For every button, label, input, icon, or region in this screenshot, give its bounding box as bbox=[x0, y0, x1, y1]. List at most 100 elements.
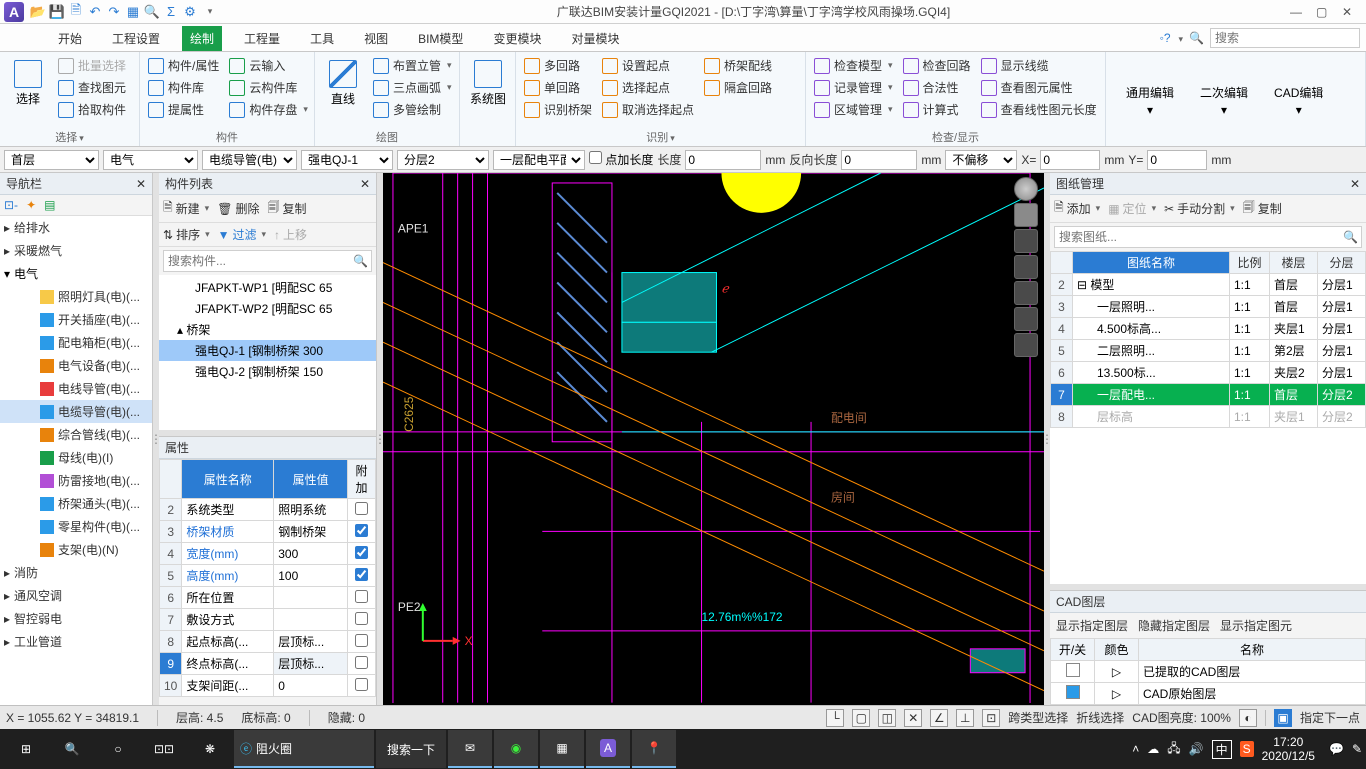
tab-tools[interactable]: 工具 bbox=[302, 26, 342, 51]
prop-grid[interactable]: 属性名称属性值附加 2系统类型照明系统 3桥架材质钢制桥架 4宽度(mm)300… bbox=[159, 459, 376, 697]
del-comp[interactable]: 🗑 删除 bbox=[217, 200, 259, 217]
second-edit[interactable]: 二次编辑▾ bbox=[1196, 80, 1252, 121]
cloud-input[interactable]: 云输入 bbox=[227, 56, 310, 75]
app-fan[interactable]: ❋ bbox=[188, 730, 232, 768]
nav-elec[interactable]: ▾ 电气 bbox=[0, 262, 152, 285]
sort-comp[interactable]: ⇅ 排序 bbox=[163, 226, 210, 243]
tab-view[interactable]: 视图 bbox=[356, 26, 396, 51]
dwg-search[interactable] bbox=[1054, 226, 1362, 248]
dwg-split[interactable]: ✂ 手动分割 bbox=[1164, 200, 1235, 217]
start-button[interactable]: ⊞ bbox=[4, 730, 48, 768]
cloud-lib[interactable]: 云构件库 bbox=[227, 78, 310, 97]
poly-select[interactable]: 折线选择 bbox=[1076, 709, 1124, 726]
settings-icon[interactable]: ⚙ bbox=[182, 4, 198, 20]
type-select[interactable]: 电缆导管(电) bbox=[202, 150, 297, 170]
minimize-button[interactable]: — bbox=[1290, 5, 1304, 19]
snap-3[interactable]: ◫ bbox=[878, 709, 896, 727]
save-icon[interactable]: 💾 bbox=[49, 4, 65, 20]
ptlen-check[interactable]: 点加长度 bbox=[589, 151, 653, 168]
redo-icon[interactable]: ↷ bbox=[106, 4, 122, 20]
nav-pin-icon[interactable]: ✕ bbox=[136, 177, 146, 191]
nav-elec-5[interactable]: 电缆导管(电)(... bbox=[0, 400, 152, 423]
find-icon[interactable]: 🔍 bbox=[144, 4, 160, 20]
nav-heat[interactable]: ▸ 采暖燃气 bbox=[0, 239, 152, 262]
line-button[interactable]: 直线 bbox=[321, 56, 365, 111]
tray-pen[interactable]: ✎ bbox=[1352, 742, 1362, 756]
snap-6[interactable]: ⊥ bbox=[956, 709, 974, 727]
nav-elec-8[interactable]: 防雷接地(电)(... bbox=[0, 469, 152, 492]
qat-more[interactable] bbox=[201, 4, 217, 20]
group-recog-label[interactable]: 识别 bbox=[516, 129, 805, 145]
nav-tree[interactable]: ▸ 给排水 ▸ 采暖燃气 ▾ 电气 照明灯具(电)(... 开关插座(电)(..… bbox=[0, 216, 152, 705]
dwg-add[interactable]: 🗎 添加 bbox=[1054, 198, 1100, 219]
complist-close[interactable]: ✕ bbox=[360, 177, 370, 191]
undo-icon[interactable]: ↶ bbox=[87, 4, 103, 20]
nav-weak[interactable]: ▸ 智控弱电 bbox=[0, 607, 152, 630]
tray-notif[interactable]: 💬 bbox=[1329, 742, 1344, 756]
copy-comp[interactable]: 🗐 复制 bbox=[267, 198, 306, 219]
tray-up[interactable]: ˄ bbox=[1132, 742, 1139, 756]
cortana-button[interactable]: ○ bbox=[96, 730, 140, 768]
nav-add[interactable]: ✦ bbox=[26, 198, 36, 212]
comp-row-sel[interactable]: 强电QJ-1 [钢制桥架 300 bbox=[159, 340, 376, 361]
group-select-label[interactable]: 选择 bbox=[0, 129, 139, 145]
tab-qty[interactable]: 工程量 bbox=[236, 26, 288, 51]
comp-row[interactable]: JFAPKT-WP1 [明配SC 65 bbox=[159, 277, 376, 298]
multi-pipe[interactable]: 多管绘制 bbox=[371, 100, 454, 119]
tab-change[interactable]: 变更模块 bbox=[485, 26, 549, 51]
tray-sogou[interactable]: S bbox=[1240, 741, 1254, 757]
rlen-input[interactable] bbox=[841, 150, 917, 170]
comp-attr[interactable]: 构件/属性 bbox=[146, 56, 221, 75]
comp-group[interactable]: ▴ 桥架 bbox=[159, 319, 376, 340]
app-gqi[interactable]: A bbox=[586, 730, 630, 768]
ribbon-more[interactable] bbox=[1177, 31, 1184, 45]
show-cable[interactable]: 显示线缆 bbox=[979, 56, 1099, 75]
comp-list[interactable]: JFAPKT-WP1 [明配SC 65 JFAPKT-WP2 [明配SC 65 … bbox=[159, 275, 376, 430]
nav-elec-3[interactable]: 电气设备(电)(... bbox=[0, 354, 152, 377]
nav-elec-4[interactable]: 电线导管(电)(... bbox=[0, 377, 152, 400]
select-button[interactable]: 选择 bbox=[6, 56, 50, 111]
recog-tray[interactable]: 识别桥架 bbox=[522, 100, 594, 119]
tray-vol[interactable]: 🔊 bbox=[1189, 742, 1204, 756]
find-element[interactable]: 查找图元 bbox=[56, 78, 128, 97]
set-start[interactable]: 设置起点 bbox=[600, 56, 696, 75]
layer-select[interactable]: 分层2 bbox=[397, 150, 489, 170]
check-model[interactable]: 检查模型 bbox=[812, 56, 895, 75]
view-pan[interactable] bbox=[1014, 333, 1038, 357]
app-ie[interactable]: ⓔ 阻火圈 bbox=[234, 730, 374, 768]
tab-start[interactable]: 开始 bbox=[50, 26, 90, 51]
view-cube[interactable] bbox=[1014, 203, 1038, 227]
dwg-copy[interactable]: 🗐 复制 bbox=[1243, 198, 1282, 219]
view-attr[interactable]: 查看图元属性 bbox=[979, 78, 1099, 97]
maximize-button[interactable]: ▢ bbox=[1316, 5, 1330, 19]
nav-elec-9[interactable]: 桥架通头(电)(... bbox=[0, 492, 152, 515]
hint-icon[interactable]: ▣ bbox=[1274, 709, 1292, 727]
tray-net[interactable]: 🖧 bbox=[1167, 739, 1180, 760]
snap-1[interactable]: └ bbox=[826, 709, 844, 727]
close-button[interactable]: ✕ bbox=[1342, 5, 1356, 19]
view-linelen[interactable]: 查看线性图元长度 bbox=[979, 100, 1099, 119]
tab-bim[interactable]: BIM模型 bbox=[410, 26, 471, 51]
check-loop[interactable]: 检查回路 bbox=[901, 56, 973, 75]
cross-type[interactable]: 跨类型选择 bbox=[1008, 709, 1068, 726]
search-icon[interactable]: 🔍 bbox=[353, 254, 368, 268]
nav-collapse[interactable]: ⊡- bbox=[4, 198, 18, 212]
comp-save[interactable]: 构件存盘 bbox=[227, 100, 310, 119]
cad-edit[interactable]: CAD编辑▾ bbox=[1270, 80, 1327, 121]
snap-7[interactable]: ⊡ bbox=[982, 709, 1000, 727]
tray-clock[interactable]: 17:202020/12/5 bbox=[1262, 735, 1321, 764]
app-cad[interactable]: ▦ bbox=[540, 730, 584, 768]
bright-btn[interactable]: ◐ bbox=[1239, 709, 1257, 727]
single-loop[interactable]: 单回路 bbox=[522, 78, 594, 97]
tab-compare[interactable]: 对量模块 bbox=[563, 26, 627, 51]
search-button[interactable]: 🔍 bbox=[50, 730, 94, 768]
record-mgr[interactable]: 记录管理 bbox=[812, 78, 895, 97]
comp-select[interactable]: 强电QJ-1 bbox=[301, 150, 393, 170]
nav-elec-2[interactable]: 配电箱柜(电)(... bbox=[0, 331, 152, 354]
nav-elec-0[interactable]: 照明灯具(电)(... bbox=[0, 285, 152, 308]
filter-comp[interactable]: ▼ 过滤 bbox=[218, 226, 266, 243]
tray-ime[interactable]: 中 bbox=[1212, 740, 1232, 759]
snap-5[interactable]: ∠ bbox=[930, 709, 948, 727]
app-other[interactable]: 📍 bbox=[632, 730, 676, 768]
nav-elec-6[interactable]: 综合管线(电)(... bbox=[0, 423, 152, 446]
